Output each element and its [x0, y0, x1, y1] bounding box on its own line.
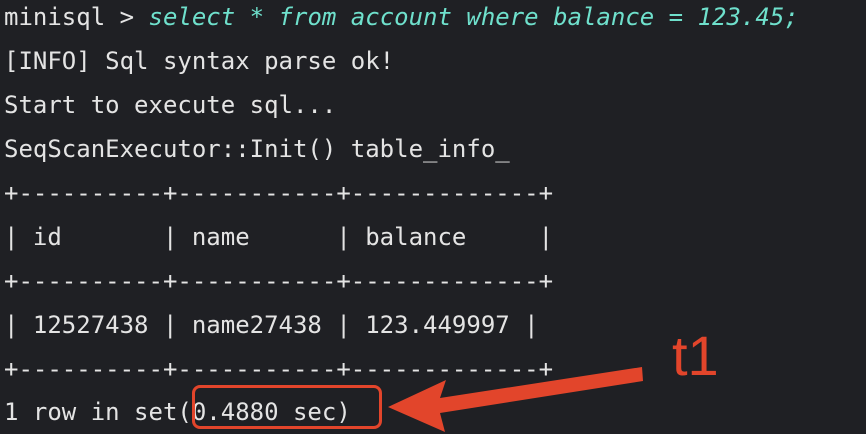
terminal-window[interactable]: minisql > select * from account where ba… [0, 0, 866, 434]
annotation-arrow-icon [388, 367, 643, 432]
annotation-label: t1 [672, 324, 719, 387]
